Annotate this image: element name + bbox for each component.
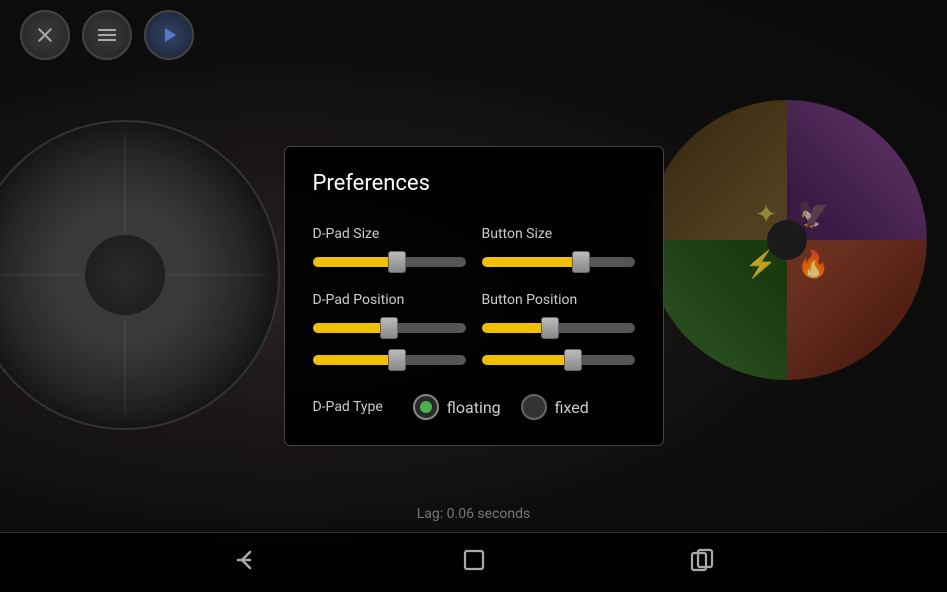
dpad-position-slider-2[interactable] [313, 348, 466, 372]
back-nav-button[interactable] [232, 546, 260, 579]
dpad-pos-fill-1 [313, 323, 390, 333]
button-size-fill [482, 257, 581, 267]
dpad-pos-track-1 [313, 323, 466, 333]
dpad-size-thumb[interactable] [388, 251, 406, 273]
dpad-type-label: D-Pad Type [313, 399, 383, 415]
dpad-pos-thumb-2[interactable] [388, 349, 406, 371]
button-size-thumb[interactable] [572, 251, 590, 273]
lag-text: Lag: 0.06 seconds [417, 506, 530, 522]
btn-pos-track-1 [482, 323, 635, 333]
radio-fixed-label: fixed [555, 398, 589, 417]
btn-pos-fill-2 [482, 355, 574, 365]
home-nav-button[interactable] [460, 546, 488, 580]
button-size-track [482, 257, 635, 267]
button-position-slider-1[interactable] [482, 316, 635, 340]
radio-floating-label: floating [447, 398, 501, 417]
dpad-pos-fill-2 [313, 355, 397, 365]
btn-pos-thumb-2[interactable] [564, 349, 582, 371]
recents-icon [688, 546, 716, 574]
button-position-label: Button Position [482, 292, 635, 308]
home-icon [460, 546, 488, 574]
preferences-dialog: Preferences D-Pad Size Button Size [284, 146, 664, 446]
button-position-section: Button Position [482, 282, 635, 380]
dpad-size-track [313, 257, 466, 267]
dialog-overlay: Preferences D-Pad Size Button Size [0, 0, 947, 592]
btn-pos-thumb-1[interactable] [541, 317, 559, 339]
pie-center [767, 220, 807, 260]
dpad-position-label: D-Pad Position [313, 292, 466, 308]
dpad-size-fill [313, 257, 397, 267]
dpad-pos-track-2 [313, 355, 466, 365]
radio-fixed[interactable]: fixed [521, 394, 589, 420]
bottom-bar [0, 532, 947, 592]
btn-pos-fill-1 [482, 323, 551, 333]
radio-floating-circle [413, 394, 439, 420]
button-size-label: Button Size [482, 226, 635, 242]
dpad-size-section: D-Pad Size [313, 216, 466, 282]
radio-floating[interactable]: floating [413, 394, 501, 420]
dpad-size-label: D-Pad Size [313, 226, 466, 242]
dpad-position-slider-1[interactable] [313, 316, 466, 340]
dpad-position-section: D-Pad Position [313, 282, 466, 380]
dpad-type-group: D-Pad Type floating fixed [313, 394, 635, 420]
back-icon [232, 546, 260, 574]
button-size-slider[interactable] [482, 250, 635, 274]
dpad-size-slider[interactable] [313, 250, 466, 274]
recents-nav-button[interactable] [688, 546, 716, 580]
dialog-title: Preferences [313, 171, 635, 196]
button-position-slider-2[interactable] [482, 348, 635, 372]
button-size-section: Button Size [482, 216, 635, 282]
radio-floating-dot [420, 401, 432, 413]
btn-pos-track-2 [482, 355, 635, 365]
prefs-grid: D-Pad Size Button Size [313, 216, 635, 420]
dpad-pos-thumb-1[interactable] [380, 317, 398, 339]
radio-fixed-circle [521, 394, 547, 420]
